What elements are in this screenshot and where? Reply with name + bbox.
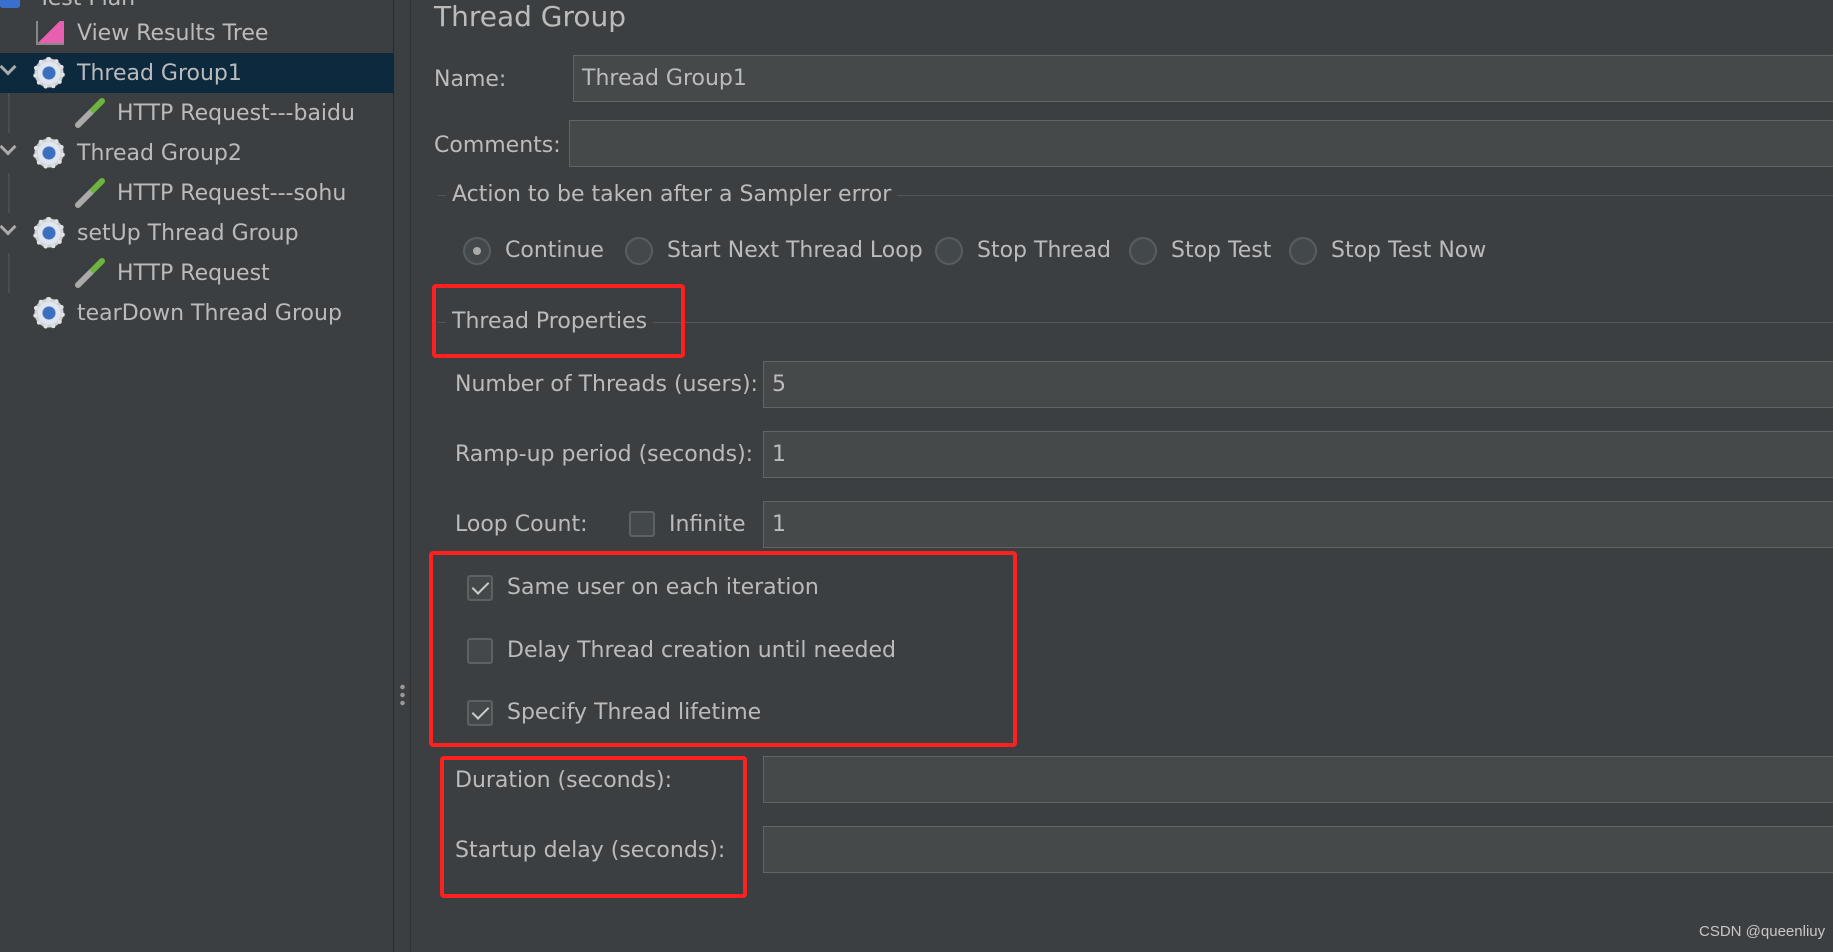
- action-section-title: Action to be taken after a Sampler error: [446, 182, 898, 207]
- radio-start-next-thread-loop[interactable]: [625, 237, 653, 265]
- rampup-input[interactable]: 1: [763, 431, 1833, 478]
- infinite-label: Infinite: [669, 512, 746, 537]
- tree-item-view-results-tree[interactable]: View Results Tree: [0, 13, 394, 53]
- tree-item-label: tearDown Thread Group: [77, 300, 342, 326]
- name-input[interactable]: Thread Group1: [573, 55, 1833, 102]
- infinite-checkbox[interactable]: [629, 511, 655, 537]
- pipette-icon: [73, 256, 107, 290]
- chevron-down-icon[interactable]: [0, 58, 17, 76]
- radio-label: Stop Test: [1171, 238, 1272, 263]
- tree-item-label: HTTP Request---baidu: [117, 100, 355, 126]
- radio-label: Stop Test Now: [1331, 238, 1487, 263]
- split-divider[interactable]: [397, 0, 411, 952]
- comments-label: Comments:: [434, 133, 561, 158]
- tree-item-label: View Results Tree: [77, 20, 269, 46]
- chart-icon: [36, 21, 64, 45]
- radio-stop-thread[interactable]: [935, 237, 963, 265]
- threads-input[interactable]: 5: [763, 361, 1833, 408]
- highlight-box: [440, 756, 747, 898]
- gear-icon: [32, 296, 66, 330]
- radio-label: Start Next Thread Loop: [667, 238, 923, 263]
- tree-item-label: Thread Group1: [77, 60, 242, 86]
- gear-icon: [32, 216, 66, 250]
- page-title: Thread Group: [434, 0, 627, 33]
- test-plan-tree[interactable]: Test Plan View Results Tree Thread Group…: [0, 0, 394, 952]
- gear-icon: [32, 136, 66, 170]
- loop-count-label: Loop Count:: [455, 512, 588, 537]
- tree-item-label: Test Plan: [38, 0, 135, 11]
- chevron-down-icon[interactable]: [0, 138, 17, 156]
- loop-count-input[interactable]: 1: [763, 501, 1833, 548]
- highlight-box: [429, 551, 1017, 747]
- radio-label: Continue: [505, 238, 604, 263]
- tree-item-thread-group1[interactable]: Thread Group1: [0, 53, 394, 93]
- radio-stop-test[interactable]: [1129, 237, 1157, 265]
- highlight-box: [432, 284, 685, 358]
- startup-delay-input[interactable]: [763, 826, 1833, 873]
- pipette-icon: [73, 176, 107, 210]
- duration-input[interactable]: [763, 756, 1833, 803]
- tree-item-label: Thread Group2: [77, 140, 242, 166]
- gear-icon: [32, 56, 66, 90]
- tree-item-label: setUp Thread Group: [77, 220, 299, 246]
- watermark: CSDN @queenliuy: [1699, 923, 1826, 940]
- tree-item-thread-group2[interactable]: Thread Group2: [0, 133, 394, 173]
- comments-input[interactable]: [569, 120, 1833, 167]
- name-label: Name:: [434, 67, 507, 92]
- tree-item-teardown-thread-group[interactable]: tearDown Thread Group: [0, 293, 394, 333]
- drag-handle-icon[interactable]: [400, 683, 405, 707]
- chevron-down-icon[interactable]: [0, 218, 17, 236]
- tree-item-http-request-baidu[interactable]: HTTP Request---baidu: [0, 93, 394, 133]
- threads-label: Number of Threads (users):: [455, 372, 758, 397]
- radio-stop-test-now[interactable]: [1289, 237, 1317, 265]
- rampup-label: Ramp-up period (seconds):: [455, 442, 754, 467]
- tree-item-http-request[interactable]: HTTP Request: [0, 253, 394, 293]
- pipette-icon: [73, 96, 107, 130]
- radio-label: Stop Thread: [977, 238, 1111, 263]
- tree-item-http-request-sohu[interactable]: HTTP Request---sohu: [0, 173, 394, 213]
- tree-item-label: HTTP Request: [117, 260, 270, 286]
- radio-continue[interactable]: [463, 237, 491, 265]
- tree-item-setup-thread-group[interactable]: setUp Thread Group: [0, 213, 394, 253]
- test-plan-icon: [0, 0, 20, 8]
- tree-item-label: HTTP Request---sohu: [117, 180, 347, 206]
